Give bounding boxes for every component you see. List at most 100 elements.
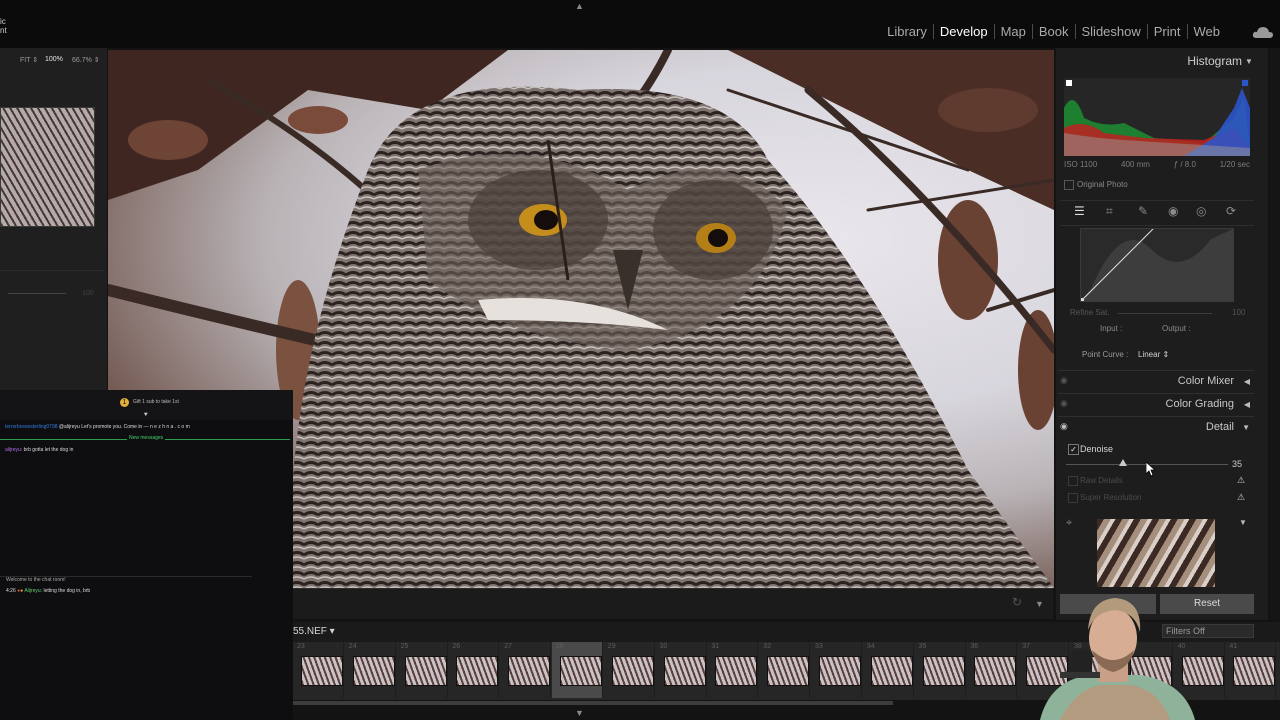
cloud-icon[interactable] (1252, 25, 1274, 39)
highlight-clipping-indicator[interactable] (1242, 80, 1248, 86)
refine-saturation-slider[interactable] (1118, 313, 1212, 314)
filmstrip-cell[interactable]: 33 (811, 642, 862, 698)
section-detail[interactable]: ◉ Detail ▼ (1058, 416, 1254, 439)
filmstrip-cell[interactable]: 23 (293, 642, 344, 698)
eye-icon[interactable]: ◉ (1060, 421, 1068, 432)
filmstrip-cell[interactable]: 34 (863, 642, 914, 698)
filmstrip-thumbnail[interactable] (974, 656, 1017, 686)
tone-curve-graph[interactable] (1080, 228, 1234, 302)
edit-sliders-icon[interactable]: ☰ (1074, 204, 1085, 218)
filmstrip-cell[interactable]: 24 (345, 642, 396, 698)
right-panel-scrollbar[interactable] (1270, 48, 1280, 620)
filmstrip-thumbnail[interactable] (922, 656, 965, 686)
denoise-label: Denoise (1080, 444, 1114, 454)
chat-username[interactable]: alijreyu: (5, 447, 22, 453)
navigator-preview[interactable] (0, 107, 95, 227)
red-eye-icon[interactable]: ◉ (1168, 204, 1178, 218)
original-photo-checkbox[interactable] (1064, 180, 1074, 190)
filmstrip-cell[interactable]: 26 (448, 642, 500, 698)
chat-message: alijreyu: brb gotta let the dog in (5, 447, 73, 453)
top-panel-toggle-icon[interactable]: ▲ (575, 1, 584, 11)
filmstrip-cell[interactable]: 35 (915, 642, 966, 698)
module-map[interactable]: Map (995, 24, 1032, 39)
collapse-triangle-icon[interactable]: ▼ (1245, 57, 1253, 66)
left-slider[interactable] (8, 293, 66, 294)
warning-icon[interactable]: ⚠ (1237, 475, 1245, 486)
filmstrip-thumbnail[interactable] (870, 656, 913, 686)
webcam-overlay (1040, 598, 1195, 720)
refine-saturation-value: 100 (1232, 308, 1246, 317)
focal-length: 400 mm (1121, 160, 1150, 169)
filmstrip-thumbnail[interactable] (1233, 656, 1276, 686)
expand-triangle-icon[interactable]: ◀ (1244, 377, 1250, 386)
expand-triangle-icon[interactable]: ◀ (1244, 400, 1250, 409)
detail-preview[interactable] (1097, 519, 1215, 587)
module-library[interactable]: Library (881, 24, 933, 39)
healing-brush-icon[interactable]: ✎ (1138, 204, 1148, 218)
target-adjustment-icon[interactable]: ⌖ (1066, 517, 1072, 530)
filmstrip-thumbnail[interactable] (301, 656, 343, 686)
denoise-value[interactable]: 35 (1232, 459, 1242, 469)
histogram-title[interactable]: Histogram (1150, 54, 1242, 68)
filmstrip-thumbnail[interactable] (611, 656, 654, 686)
bottom-panel-toggle-icon[interactable]: ▼ (575, 708, 584, 718)
filmstrip-thumbnail[interactable] (560, 656, 602, 686)
identity-line: nt (0, 26, 7, 35)
identity-plate: ic nt (0, 17, 7, 35)
filmstrip-thumbnail[interactable] (508, 656, 551, 686)
denoise-slider-thumb[interactable] (1118, 459, 1127, 466)
point-curve-dropdown[interactable]: Linear ⇕ (1138, 350, 1169, 359)
module-print[interactable]: Print (1148, 24, 1187, 39)
filmstrip-scrollbar[interactable] (293, 701, 893, 705)
shutter-speed: 1/20 sec (1219, 160, 1250, 169)
filmstrip-thumbnail[interactable] (715, 656, 758, 686)
chevron-down-icon[interactable]: ⯆ (143, 412, 149, 420)
chat-message: terrorbossesterling0798 @alijreyu Let's … (5, 424, 290, 430)
raw-details-checkbox[interactable] (1068, 476, 1078, 486)
module-book[interactable]: Book (1033, 24, 1075, 39)
aperture-value: ƒ / 8.0 (1173, 160, 1196, 169)
section-color-mixer[interactable]: ◉ Color Mixer ◀ (1058, 370, 1254, 393)
iso-value: ISO 1100 (1064, 160, 1098, 169)
filmstrip-cell[interactable]: 36 (966, 642, 1018, 698)
filmstrip-thumbnail[interactable] (663, 656, 706, 686)
module-web[interactable]: Web (1188, 24, 1227, 39)
filmstrip-cell[interactable]: 32 (759, 642, 811, 698)
filmstrip-thumbnail[interactable] (767, 656, 810, 686)
filmstrip-thumbnail[interactable] (404, 656, 447, 686)
filmstrip-cell[interactable]: 41 (1225, 642, 1277, 698)
module-develop[interactable]: Develop (934, 24, 994, 39)
filmstrip-cell[interactable]: 27 (500, 642, 552, 698)
filmstrip-cell[interactable]: 31 (707, 642, 759, 698)
crop-icon[interactable]: ⌗ (1106, 204, 1113, 219)
section-color-grading[interactable]: ◉ Color Grading ◀ (1058, 393, 1254, 416)
eye-icon[interactable]: ◉ (1060, 375, 1068, 386)
section-title: Detail (1205, 421, 1234, 433)
zoom-custom-option[interactable]: 66.7% ⇕ (72, 56, 100, 64)
current-filename[interactable]: 55.NEF ▾ (293, 626, 335, 637)
collapse-triangle-icon[interactable]: ▼ (1239, 518, 1247, 527)
warning-icon[interactable]: ⚠ (1237, 492, 1245, 503)
zoom-100-option[interactable]: 100% (45, 56, 63, 63)
super-resolution-checkbox[interactable] (1068, 493, 1078, 503)
filmstrip-cell[interactable]: 29 (604, 642, 655, 698)
filmstrip-thumbnail[interactable] (352, 656, 395, 686)
chat-username[interactable]: Alijreyu: (24, 588, 42, 594)
zoom-fit-option[interactable]: FIT ⇕ (20, 56, 38, 64)
chat-username[interactable]: terrorbossesterling0798 (5, 424, 58, 430)
filmstrip-cell[interactable]: 30 (656, 642, 707, 698)
masking-icon[interactable]: ◎ (1196, 204, 1206, 218)
filmstrip-cell[interactable]: 28 (552, 642, 603, 698)
filmstrip-cell[interactable]: 25 (397, 642, 448, 698)
collapse-triangle-icon[interactable]: ▼ (1242, 423, 1250, 432)
presets-icon[interactable]: ⟳ (1226, 204, 1236, 218)
chat-text: @alijreyu Let's promote you. Come in — n… (57, 424, 190, 430)
gift-text[interactable]: Gift 1 sub to take 1st (133, 399, 179, 405)
denoise-checkbox[interactable]: ✓ (1068, 444, 1079, 455)
module-slideshow[interactable]: Slideshow (1076, 24, 1147, 39)
filmstrip-thumbnail[interactable] (456, 656, 499, 686)
histogram-graph[interactable] (1064, 78, 1250, 156)
shadow-clipping-indicator[interactable] (1066, 80, 1072, 86)
filmstrip-thumbnail[interactable] (819, 656, 861, 686)
eye-icon[interactable]: ◉ (1060, 398, 1068, 409)
